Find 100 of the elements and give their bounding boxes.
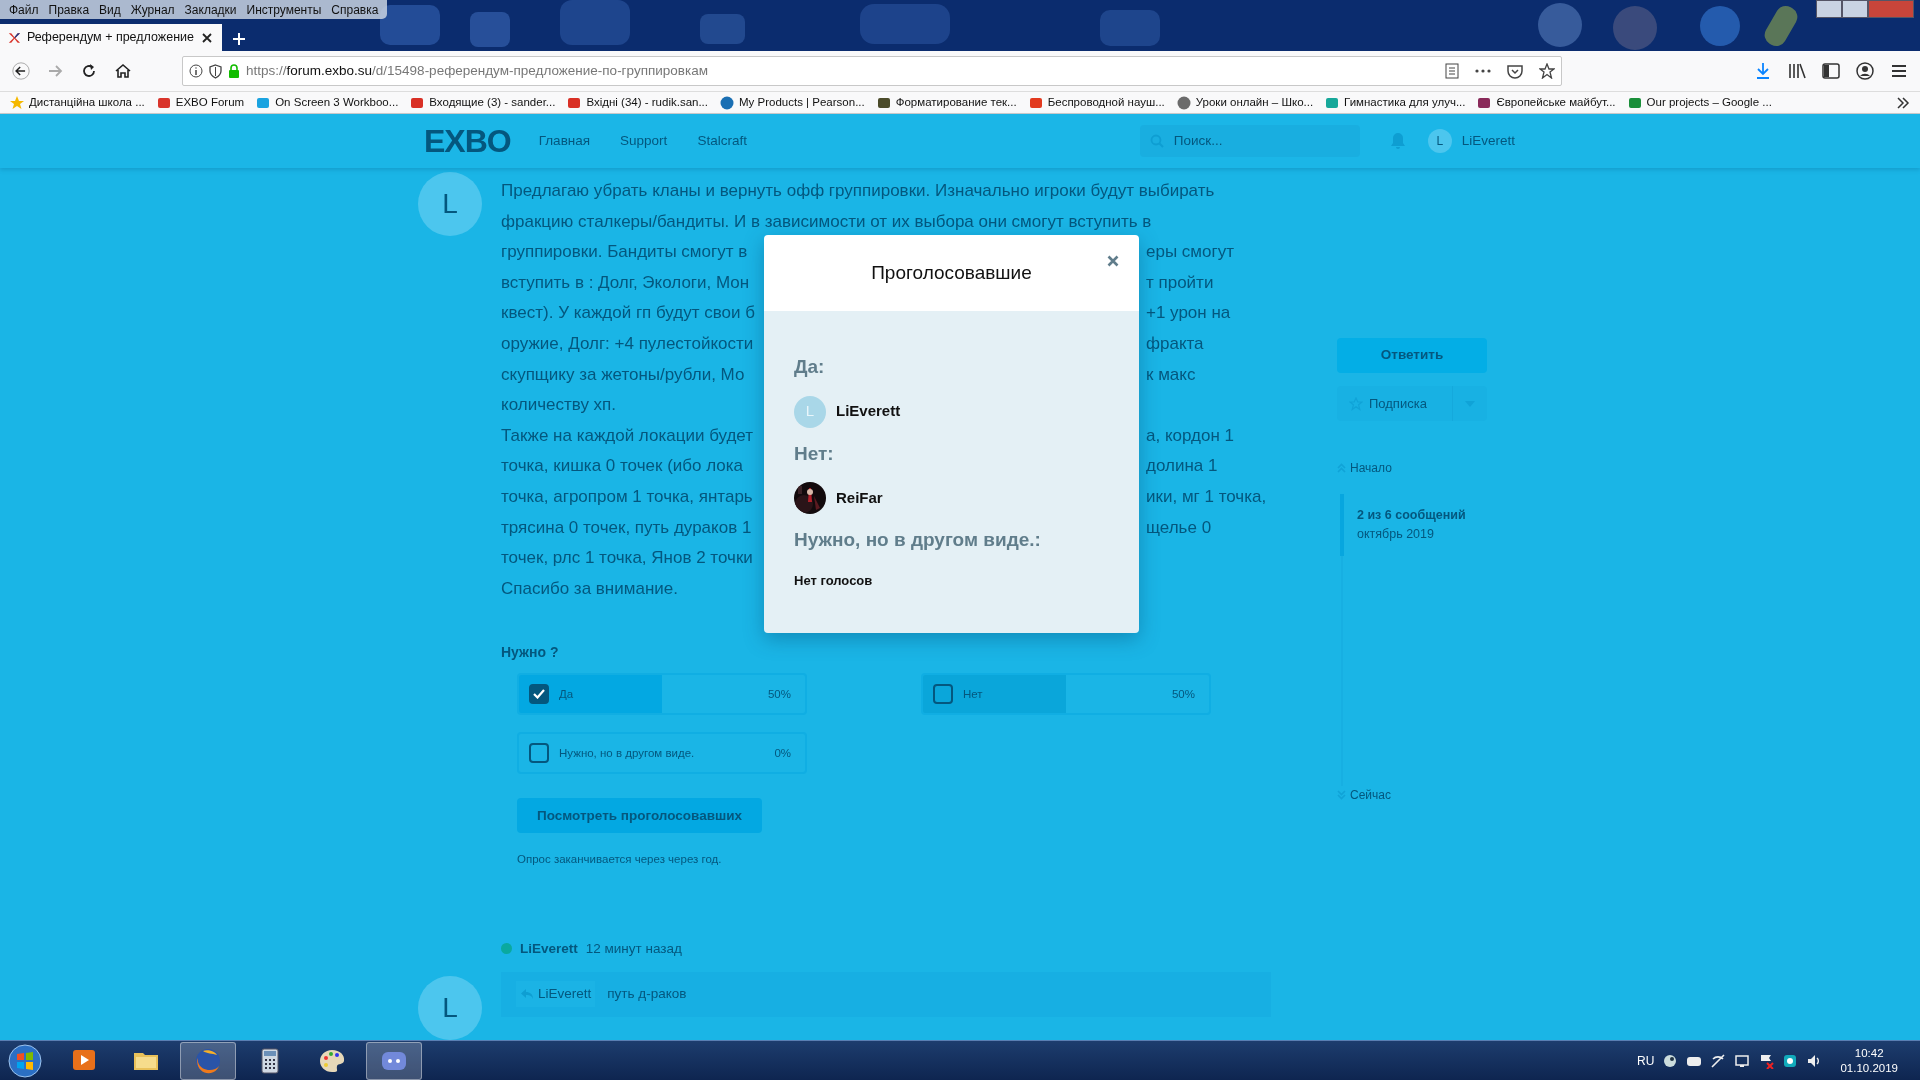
bookmark-icon bbox=[1325, 95, 1340, 110]
poll-note: Опрос заканчивается через через год. bbox=[517, 852, 723, 868]
post-text-line: Также на каждой локации будет bbox=[501, 424, 755, 447]
bookmark-icon bbox=[1477, 95, 1492, 110]
star-icon[interactable] bbox=[1539, 63, 1555, 79]
app-icon[interactable] bbox=[1782, 1052, 1799, 1069]
option-percent: 50% bbox=[1171, 686, 1195, 702]
search-input[interactable]: Поиск... bbox=[1171, 129, 1322, 153]
bookmark[interactable]: Європейське майбут... bbox=[1477, 93, 1616, 112]
bookmark-icon bbox=[410, 95, 425, 110]
bookmark[interactable]: Дистанційна школа ... bbox=[10, 93, 145, 112]
bookmark[interactable]: Входящие (3) - sander... bbox=[410, 93, 556, 112]
post-text-line: точка, агропром 1 точка, янтарь bbox=[501, 485, 754, 508]
bookmark[interactable]: Our projects – Google ... bbox=[1627, 93, 1772, 112]
back-icon bbox=[12, 60, 30, 82]
checkbox[interactable] bbox=[529, 743, 549, 764]
bookmark-icon bbox=[876, 95, 891, 110]
pocket-icon[interactable] bbox=[1507, 63, 1523, 79]
menu-item[interactable]: Закладки bbox=[179, 0, 242, 19]
more-icon[interactable] bbox=[1475, 69, 1491, 73]
info-icon[interactable] bbox=[189, 64, 203, 78]
bookmark[interactable]: My Products | Pearson... bbox=[720, 93, 865, 112]
bookmark[interactable]: Гимнастика для улуч... bbox=[1325, 93, 1466, 112]
browser-button[interactable] bbox=[180, 1041, 236, 1080]
option-percent: 0% bbox=[774, 745, 791, 761]
bookmark-icon bbox=[567, 95, 582, 110]
shield-icon[interactable] bbox=[209, 63, 222, 79]
voter-name[interactable]: LiEverett bbox=[836, 400, 901, 423]
bookmark-icon bbox=[156, 95, 171, 110]
post-text-line: количеству хп. bbox=[501, 394, 617, 417]
no-votes-text: Нет голосов bbox=[794, 571, 874, 590]
flag-icon[interactable] bbox=[1758, 1052, 1775, 1069]
post-text-line: а, кордон 1 bbox=[1145, 424, 1235, 447]
post-text-line: Предлагаю убрать кланы и вернуть офф группировки. Изначально игроки будут выбирать bbox=[501, 180, 1215, 202]
menu-item[interactable]: Файл bbox=[4, 0, 44, 19]
menu-item[interactable]: Справка bbox=[326, 0, 384, 19]
option-percent: 50% bbox=[767, 686, 791, 702]
menu-item[interactable]: Правка bbox=[43, 0, 95, 19]
bookmark-icon bbox=[1176, 95, 1191, 110]
scrubber-date: октябрь 2019 bbox=[1357, 525, 1435, 543]
post-text-line: долина 1 bbox=[1145, 455, 1219, 478]
close-button[interactable] bbox=[1105, 253, 1121, 269]
checkbox[interactable] bbox=[933, 684, 953, 705]
bookmark[interactable]: Уроки онлайн – Шко... bbox=[1176, 93, 1314, 112]
user-avatar: L bbox=[418, 172, 482, 236]
account-icon bbox=[1856, 62, 1874, 80]
menu-item[interactable]: Инструменты bbox=[241, 0, 327, 19]
sidebar-icon bbox=[1822, 63, 1840, 79]
bookmark[interactable]: EXBO Forum bbox=[156, 93, 245, 112]
post-text-line: квест). У каждой гп будут свои б bbox=[501, 302, 756, 325]
vote-group-title: Да: bbox=[794, 355, 826, 379]
maximize-button[interactable] bbox=[1842, 0, 1868, 18]
chat-app-button[interactable] bbox=[366, 1041, 422, 1080]
voter-name[interactable]: ReiFar bbox=[836, 486, 883, 510]
bookmark-icon bbox=[720, 95, 734, 110]
user-avatar: L bbox=[794, 395, 826, 428]
checkbox[interactable] bbox=[529, 684, 549, 705]
reader-view-icon[interactable] bbox=[1445, 63, 1459, 79]
post-text-line: точка, кишка 0 точек (ибо лока bbox=[501, 455, 745, 478]
check-icon bbox=[533, 689, 545, 700]
quote-text: путь д-раков bbox=[607, 985, 687, 1004]
menu-icon bbox=[1891, 64, 1907, 78]
menu-item[interactable]: Журнал bbox=[125, 0, 180, 19]
reload-icon bbox=[80, 62, 98, 80]
post-text-line: Спасибо за внимание. bbox=[501, 577, 678, 600]
chevron-icon[interactable] bbox=[1896, 96, 1910, 109]
post-text-line: скупщику за жетоны/рубли, Мо bbox=[501, 363, 746, 386]
clock[interactable]: 10:42 01.10.2019 bbox=[1840, 1045, 1898, 1076]
bookmark[interactable]: Беспроводной науш... bbox=[1028, 93, 1165, 112]
post-text-line: +1 урон на bbox=[1145, 302, 1232, 325]
vote-group-title: Нужно, но в другом виде.: bbox=[794, 528, 1042, 552]
lock-icon bbox=[228, 64, 240, 78]
plus-icon bbox=[232, 32, 246, 47]
browser-tab[interactable]: Референдум + предложение bbox=[0, 24, 222, 51]
home-icon bbox=[114, 62, 132, 80]
language-indicator[interactable]: RU bbox=[1637, 1051, 1655, 1070]
minimize-button[interactable] bbox=[1816, 0, 1842, 18]
address-bar[interactable]: https://forum.exbo.su/d/15498-референдум-предложение-по-группировкам bbox=[182, 56, 1562, 86]
bookmark[interactable]: Форматирование тек... bbox=[876, 93, 1017, 112]
bookmark-icon bbox=[256, 95, 271, 110]
option-label: Да bbox=[559, 686, 574, 702]
network-icon[interactable] bbox=[1710, 1052, 1727, 1069]
close-tab-icon[interactable] bbox=[200, 30, 214, 45]
menu-item[interactable]: Вид bbox=[94, 0, 126, 19]
option-label: Нет bbox=[963, 686, 983, 702]
bookmark[interactable]: On Screen 3 Workboo... bbox=[256, 93, 399, 112]
option-label: Нужно, но в другом виде. bbox=[559, 745, 695, 761]
post-text-line: точек, рлс 1 точка, Янов 2 точки bbox=[501, 547, 753, 570]
user-avatar: L bbox=[1427, 129, 1452, 153]
search-bar[interactable]: Поиск... bbox=[1139, 125, 1360, 157]
post-text-line: вступить в : Долг, Экологи, Мон bbox=[501, 271, 751, 294]
bookmark-icon bbox=[10, 95, 24, 110]
post-text-line: фракцию сталкеры/бандиты. И в зависимости от их выбора они смогут вступить в bbox=[501, 210, 1152, 233]
modal-title: Проголосовавшие bbox=[871, 260, 1032, 285]
post-text-line: к макс bbox=[1145, 363, 1197, 386]
monitor-icon[interactable] bbox=[1734, 1052, 1751, 1069]
bookmark[interactable]: Вхідні (34) - rudik.san... bbox=[567, 93, 708, 112]
vote-group-title: Нет: bbox=[794, 441, 835, 466]
windows-logo-icon bbox=[8, 1043, 42, 1078]
post-text-line: щелье 0 bbox=[1145, 516, 1213, 539]
